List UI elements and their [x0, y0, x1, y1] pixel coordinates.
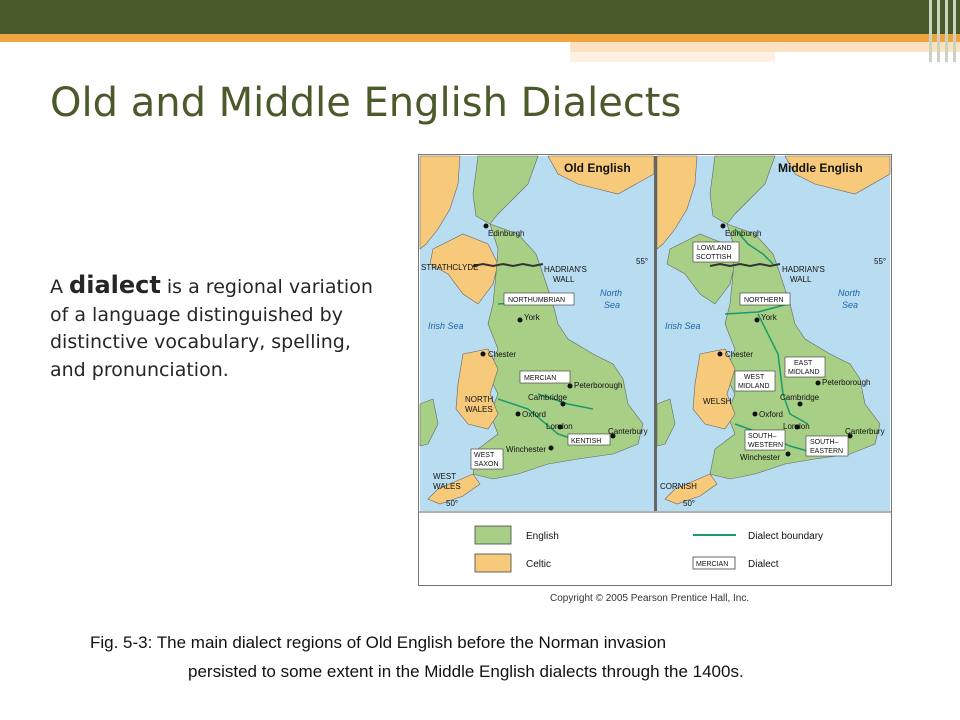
middle-london: London	[783, 422, 810, 431]
old-peterborough: Peterborough	[574, 381, 622, 390]
middle-edinburgh: Edinburgh	[725, 229, 761, 238]
old-west-saxon-1: WEST	[474, 452, 495, 459]
body-prefix: A	[50, 276, 70, 298]
legend-english: English	[526, 531, 559, 542]
top-accent-stripe	[0, 34, 960, 42]
old-york: York	[524, 313, 541, 322]
old-oxford: Oxford	[522, 410, 546, 419]
middle-english-title: Middle English	[778, 161, 863, 175]
old-edinburgh: Edinburgh	[488, 229, 524, 238]
accent-stripe-lighter	[570, 52, 775, 62]
middle-oxford: Oxford	[759, 410, 783, 419]
middle-lat55: 55°	[874, 257, 886, 266]
middle-peterborough: Peterborough	[822, 378, 870, 387]
middle-south-western-1: SOUTH–	[748, 433, 777, 440]
old-west-saxon-2: SAXON	[474, 461, 499, 468]
middle-lowland-1: LOWLAND	[697, 245, 732, 252]
legend-celtic: Celtic	[526, 559, 551, 570]
middle-east-midland-1: EAST	[794, 360, 813, 367]
old-hadrians-1: HADRIAN'S	[544, 265, 587, 274]
old-london: London	[546, 422, 573, 431]
old-northumbrian: NORTHUMBRIAN	[508, 297, 565, 304]
middle-canterbury: Canterbury	[845, 427, 885, 436]
middle-winchester: Winchester	[740, 453, 780, 462]
old-west-wales-2: WALES	[433, 482, 461, 491]
top-banner	[0, 0, 960, 34]
body-text: A dialect is a regional variation of a l…	[50, 271, 390, 384]
legend-boundary: Dialect boundary	[748, 531, 823, 542]
old-north-wales-2: WALES	[465, 405, 493, 414]
caption-line1: Fig. 5-3: The main dialect regions of Ol…	[90, 633, 667, 652]
old-kentish: KENTISH	[571, 438, 601, 445]
middle-north-sea-1: North	[838, 288, 860, 298]
old-cambridge: Cambridge	[528, 393, 568, 402]
old-north-wales-1: NORTH	[465, 395, 494, 404]
dialect-map-figure: Old English Edinburgh STRATHCLYDE HADRIA…	[418, 154, 892, 586]
middle-west-midland-2: MIDLAND	[738, 383, 770, 390]
old-west-wales-1: WEST	[433, 472, 456, 481]
slide-title: Old and Middle English Dialects	[50, 80, 682, 126]
middle-hadrians-1: HADRIAN'S	[782, 265, 825, 274]
body-term: dialect	[69, 271, 161, 299]
old-irish-sea: Irish Sea	[428, 321, 464, 331]
middle-south-eastern-1: SOUTH–	[810, 439, 839, 446]
middle-lowland-2: SCOTTISH	[696, 254, 731, 261]
old-winchester: Winchester	[506, 445, 546, 454]
old-english-title: Old English	[564, 161, 631, 175]
old-mercian: MERCIAN	[524, 375, 556, 382]
old-lat50: 50°	[446, 499, 458, 508]
old-canterbury: Canterbury	[608, 427, 648, 436]
caption-line2: persisted to some extent in the Middle E…	[188, 662, 744, 681]
accent-stripe-light	[570, 42, 960, 52]
old-chester: Chester	[488, 350, 516, 359]
legend-dialect: Dialect	[748, 559, 779, 570]
old-north-sea-2: Sea	[604, 300, 620, 310]
middle-east-midland-2: MIDLAND	[788, 369, 820, 376]
middle-hadrians-2: WALL	[790, 275, 812, 284]
middle-english-map: Middle English Edinburgh LOWLAND SCOTTIS…	[656, 155, 891, 511]
middle-northern: NORTHERN	[744, 297, 784, 304]
middle-york: York	[761, 313, 778, 322]
middle-irish-sea: Irish Sea	[665, 321, 701, 331]
middle-cambridge: Cambridge	[780, 393, 820, 402]
decorative-lines	[928, 0, 960, 62]
old-lat55: 55°	[636, 257, 648, 266]
old-strathclyde: STRATHCLYDE	[421, 263, 479, 272]
middle-south-western-2: WESTERN	[748, 442, 783, 449]
middle-south-eastern-2: EASTERN	[810, 448, 843, 455]
old-hadrians-2: WALL	[553, 275, 575, 284]
legend-sample: MERCIAN	[696, 561, 728, 568]
middle-welsh: WELSH	[703, 397, 732, 406]
middle-north-sea-2: Sea	[842, 300, 858, 310]
old-english-map: Old English Edinburgh STRATHCLYDE HADRIA…	[419, 155, 655, 511]
middle-lat50: 50°	[683, 499, 695, 508]
middle-cornish: CORNISH	[660, 482, 697, 491]
old-north-sea-1: North	[600, 288, 622, 298]
middle-chester: Chester	[725, 350, 753, 359]
copyright-text: Copyright © 2005 Pearson Prentice Hall, …	[550, 593, 750, 604]
middle-west-midland-1: WEST	[744, 374, 765, 381]
